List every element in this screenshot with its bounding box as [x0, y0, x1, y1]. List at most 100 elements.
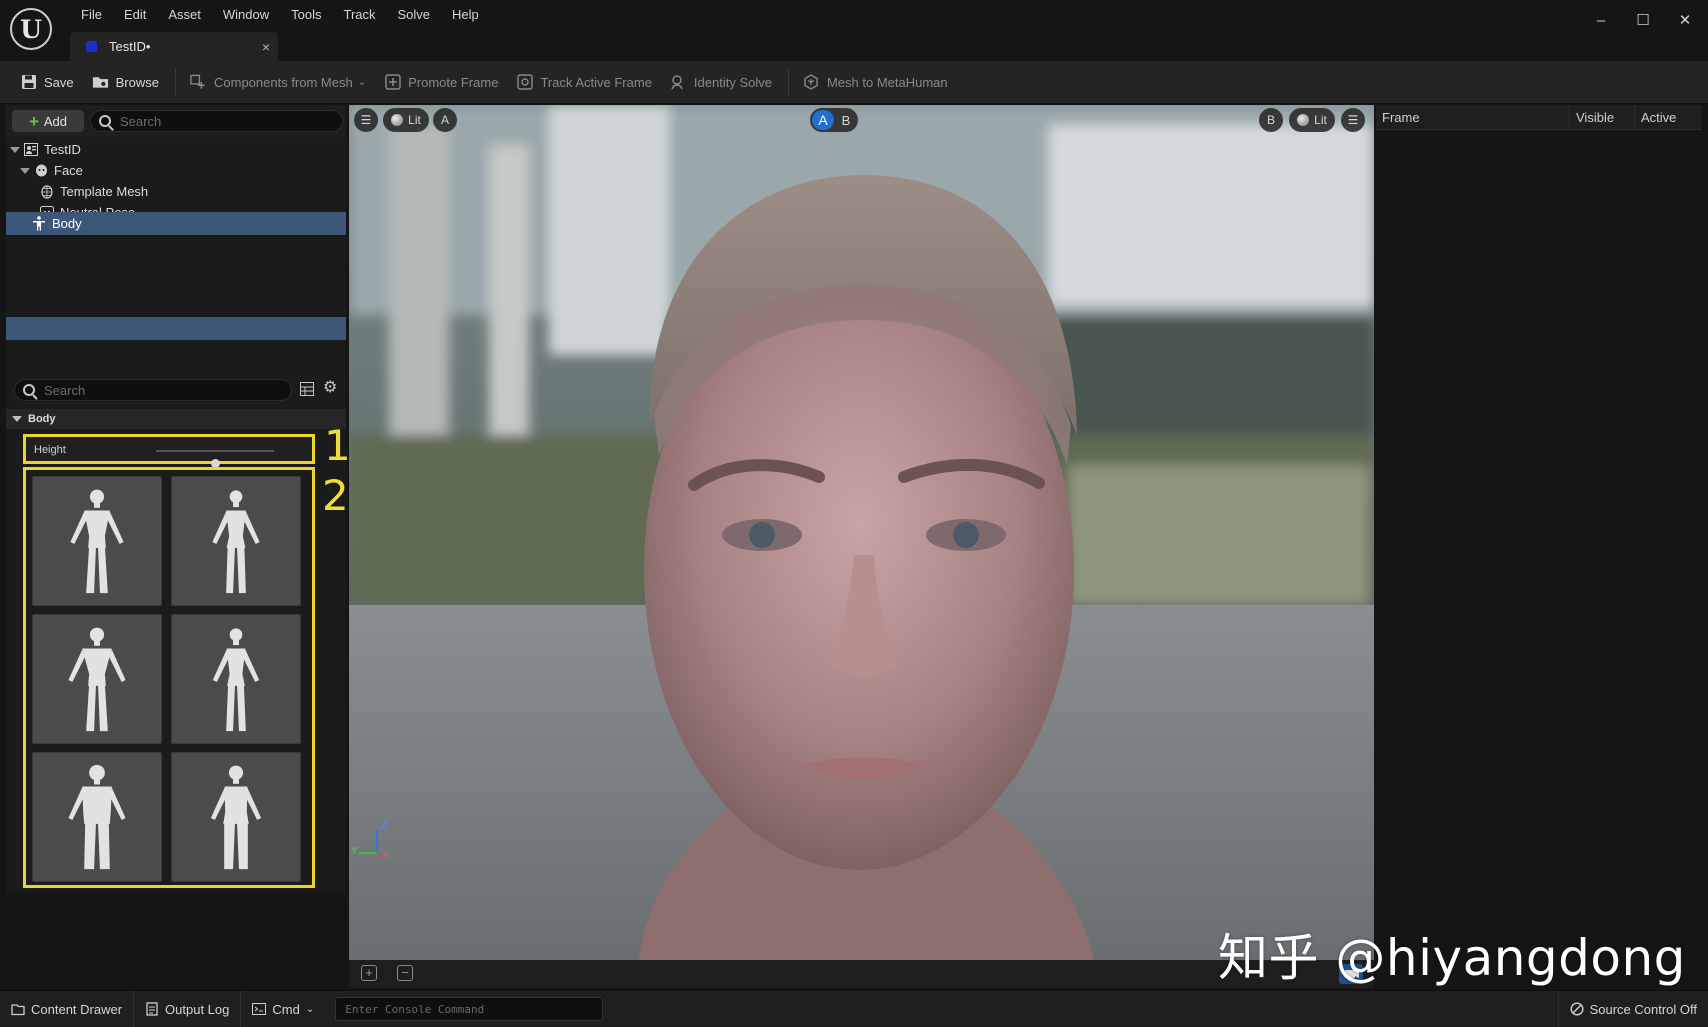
add-component-button[interactable]: + Add — [12, 110, 84, 132]
tree-item-template-mesh[interactable]: Template Mesh — [6, 180, 346, 203]
preset-female-heavy[interactable] — [171, 752, 301, 882]
lit-mode-button-right[interactable]: Lit — [1289, 108, 1335, 132]
preset-male-heavy[interactable] — [32, 752, 162, 882]
console-command-input[interactable]: Enter Console Command — [335, 997, 604, 1021]
tree-item-label: Template Mesh — [60, 184, 149, 199]
channel-b-button[interactable]: B — [1259, 108, 1283, 132]
add-component-icon — [190, 74, 207, 90]
viewport-menu-button[interactable]: ☰ — [354, 108, 378, 132]
document-tab[interactable]: TestID• × — [70, 32, 278, 61]
mesh-to-metahuman-label: Mesh to MetaHuman — [826, 74, 948, 90]
content-drawer-label: Content Drawer — [31, 1001, 123, 1017]
mesh-icon — [40, 184, 54, 199]
ab-split-toggle[interactable]: A B — [810, 108, 858, 132]
document-tab-label: TestID• — [109, 39, 151, 54]
remove-frame-icon[interactable]: − — [397, 965, 413, 981]
lit-label: Lit — [408, 113, 421, 127]
asset-toolbar: Save Browse Components from Mesh ⌄ Promo… — [0, 61, 1708, 104]
mesh-to-metahuman-button[interactable]: Mesh to MetaHuman — [795, 67, 958, 97]
lit-mode-button-left[interactable]: Lit — [383, 108, 429, 132]
preset-male-athletic[interactable] — [32, 614, 162, 744]
menu-window[interactable]: Window — [212, 6, 280, 24]
gear-icon[interactable]: ⚙ — [323, 380, 339, 396]
tree-item-face[interactable]: Face — [6, 159, 346, 182]
browse-button[interactable]: Browse — [84, 67, 169, 97]
promote-frame-button[interactable]: Promote Frame — [376, 67, 508, 97]
track-active-frame-label: Track Active Frame — [540, 74, 652, 90]
logo-letter: U — [20, 14, 42, 44]
tree-item-label: Face — [54, 163, 83, 178]
section-label: Body — [28, 413, 56, 425]
frames-panel: Frame Visible Active — [1376, 105, 1702, 990]
promote-frame-icon — [384, 74, 401, 90]
details-search-input[interactable]: Search — [14, 379, 292, 401]
ab-toggle-b[interactable]: B — [836, 110, 856, 130]
search-placeholder: Search — [44, 382, 86, 398]
source-control-off-icon — [1570, 1002, 1584, 1016]
output-log-label: Output Log — [165, 1001, 230, 1017]
ab-toggle-a[interactable]: A — [812, 110, 834, 130]
tree-item-testid[interactable]: TestID — [6, 138, 346, 161]
lit-sphere-icon — [391, 114, 404, 126]
body-figure-icon — [210, 765, 262, 870]
menu-file[interactable]: File — [70, 6, 113, 24]
content-drawer-button[interactable]: Content Drawer — [0, 991, 135, 1027]
menu-bar: File Edit Asset Window Tools Track Solve… — [70, 6, 490, 24]
menu-asset[interactable]: Asset — [157, 6, 212, 24]
tree-item-body[interactable] — [6, 317, 346, 340]
axis-z-label: Z — [381, 821, 388, 832]
unreal-logo-icon[interactable]: U — [10, 8, 52, 50]
identity-solve-icon — [670, 74, 687, 90]
cmd-label: Cmd — [272, 1001, 300, 1017]
output-log-button[interactable]: Output Log — [134, 991, 242, 1027]
outliner-search-input[interactable]: Search — [90, 110, 343, 132]
toolbar-separator — [787, 68, 789, 96]
body-section-header[interactable]: Body — [6, 409, 346, 429]
table-view-icon[interactable] — [300, 382, 314, 396]
frames-table-header: Frame Visible Active — [1376, 105, 1702, 130]
body-figure-icon — [68, 627, 126, 732]
chevron-down-icon: ⌄ — [357, 76, 367, 88]
status-bar: Content Drawer Output Log Cmd ⌄ Enter Co… — [0, 990, 1708, 1027]
save-label: Save — [44, 74, 74, 90]
search-placeholder: Search — [120, 113, 162, 129]
tree-item-body-selected[interactable]: Body — [6, 212, 346, 235]
axis-x-label: X — [383, 850, 390, 861]
add-frame-icon[interactable]: + — [361, 965, 377, 981]
column-frame[interactable]: Frame — [1376, 105, 1570, 130]
close-window-button[interactable]: ✕ — [1664, 8, 1706, 32]
height-slider[interactable] — [156, 450, 274, 468]
identity-solve-button[interactable]: Identity Solve — [662, 67, 782, 97]
preset-female-slim[interactable] — [171, 614, 301, 744]
menu-edit[interactable]: Edit — [113, 6, 157, 24]
annotation-number-1: 1 — [324, 421, 351, 470]
source-control-button[interactable]: Source Control Off — [1557, 991, 1708, 1027]
search-icon — [99, 115, 111, 127]
preset-male-average[interactable] — [32, 476, 162, 606]
components-from-mesh-label: Components from Mesh — [214, 74, 353, 90]
identity-solve-label: Identity Solve — [693, 74, 772, 90]
save-button[interactable]: Save — [12, 67, 84, 97]
channel-a-button[interactable]: A — [433, 108, 457, 132]
chevron-down-icon: ⌄ — [305, 1003, 315, 1015]
menu-tools[interactable]: Tools — [280, 6, 332, 24]
axis-y-label: Y — [351, 846, 358, 857]
maximize-button[interactable]: ☐ — [1622, 8, 1664, 32]
track-active-frame-button[interactable]: Track Active Frame — [508, 67, 661, 97]
column-active[interactable]: Active — [1635, 105, 1702, 130]
menu-solve[interactable]: Solve — [387, 6, 442, 24]
output-log-icon — [145, 1002, 159, 1016]
tab-close-icon[interactable]: × — [262, 39, 270, 55]
column-visible[interactable]: Visible — [1570, 105, 1635, 130]
body-figure-icon — [68, 764, 126, 870]
menu-help[interactable]: Help — [441, 6, 490, 24]
tree-item-label: Body — [52, 216, 82, 231]
minimize-button[interactable]: – — [1580, 8, 1622, 32]
menu-track[interactable]: Track — [332, 6, 386, 24]
preset-female-average[interactable] — [171, 476, 301, 606]
components-from-mesh-button[interactable]: Components from Mesh ⌄ — [182, 67, 376, 97]
cmd-dropdown[interactable]: Cmd ⌄ — [241, 991, 325, 1027]
viewport[interactable]: Z X Y ☰ Lit A A B B Lit ☰ — [349, 105, 1374, 960]
save-icon — [20, 74, 37, 90]
viewport-options-button[interactable]: ☰ — [1341, 108, 1365, 132]
